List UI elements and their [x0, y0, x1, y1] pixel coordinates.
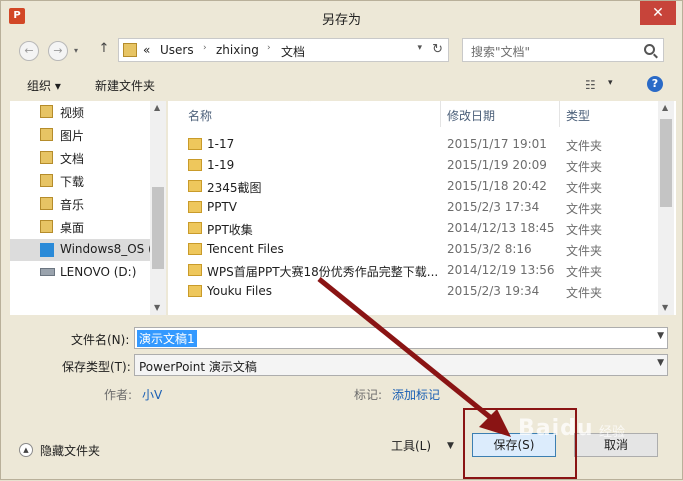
save-as-dialog: P 另存为 ✕ ← → ▾ ↑ « Users › zhixing › 文档 ▾… [0, 0, 683, 480]
watermark-logo: Baidu [518, 416, 594, 441]
watermark-sub: 经验 [599, 425, 626, 440]
arrow-shaft [317, 277, 503, 428]
annotation-arrow [317, 277, 511, 437]
